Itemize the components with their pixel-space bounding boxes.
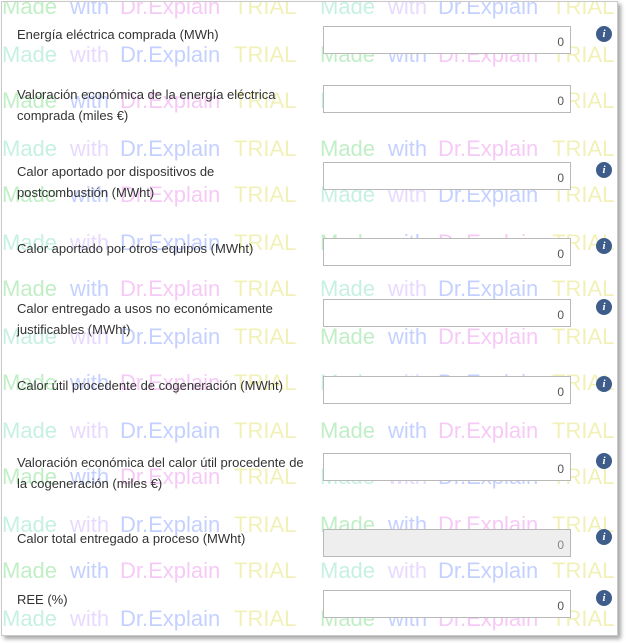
label-calor-usos-no-economicos: Calor entregado a usos no económicamente… bbox=[17, 301, 273, 337]
info-icon[interactable]: i bbox=[596, 299, 612, 315]
info-icon[interactable]: i bbox=[596, 162, 612, 178]
calor-otros-equipos-input[interactable]: 0 bbox=[323, 238, 571, 266]
watermark-text: with bbox=[388, 324, 428, 349]
watermark-text: TRIAL bbox=[552, 1, 615, 19]
watermark-text: TRIAL bbox=[234, 558, 297, 583]
info-icon[interactable]: i bbox=[596, 26, 612, 42]
watermark-line: Made with Dr.Explain TRIAL Made with Dr.Explai… bbox=[2, 558, 617, 588]
watermark-text: Made bbox=[320, 418, 376, 443]
calor-total-proceso-readonly-field: 0 bbox=[323, 529, 571, 557]
watermark-text: TRIAL bbox=[234, 136, 297, 161]
info-icon[interactable]: i bbox=[596, 529, 612, 545]
calor-usos-no-economicos-input[interactable]: 0 bbox=[323, 299, 571, 327]
info-icon[interactable]: i bbox=[596, 590, 612, 606]
watermark-text: TRIAL bbox=[234, 42, 297, 67]
watermark-text: Dr.Explain bbox=[120, 1, 221, 19]
watermark-line: Made with Dr.Explain TRIAL Made with Dr.Explai… bbox=[2, 418, 617, 448]
info-icon[interactable]: i bbox=[596, 376, 612, 392]
watermark-text: Made bbox=[320, 558, 376, 583]
valoracion-calor-util-input[interactable]: 0 bbox=[323, 453, 571, 481]
watermark-line: Made with Dr.Explain TRIAL Made with Dr.Explai… bbox=[2, 1, 617, 24]
form-panel: Made with Dr.Explain TRIAL Made with Dr.Explai… bbox=[1, 1, 618, 636]
label-calor-postcombustion: Calor aportado por dispositivos de postc… bbox=[17, 164, 215, 200]
watermark-text: Dr.Explain bbox=[438, 558, 539, 583]
watermark-text: Made bbox=[2, 1, 58, 19]
watermark-text: with bbox=[388, 136, 428, 161]
watermark-text: with bbox=[70, 558, 110, 583]
label-calor-util-cogeneracion: Calor útil procedente de cogeneración (M… bbox=[17, 378, 283, 393]
watermark-text: Dr.Explain bbox=[120, 418, 221, 443]
watermark-text: TRIAL bbox=[234, 418, 297, 443]
watermark-text: TRIAL bbox=[234, 1, 297, 19]
watermark-text: with bbox=[70, 1, 110, 19]
watermark-text: Dr.Explain bbox=[438, 418, 539, 443]
label-ree: REE (%) bbox=[17, 592, 68, 607]
energia-electrica-comprada-input[interactable]: 0 bbox=[323, 26, 571, 54]
watermark-text: Made bbox=[320, 324, 376, 349]
watermark-text: TRIAL bbox=[552, 418, 615, 443]
watermark-text: Dr.Explain bbox=[438, 324, 539, 349]
watermark-text: with bbox=[70, 418, 110, 443]
label-valoracion-calor-util: Valoración económica del calor útil proc… bbox=[17, 455, 304, 491]
watermark-text: Made bbox=[2, 558, 58, 583]
watermark-text: with bbox=[388, 418, 428, 443]
info-icon[interactable]: i bbox=[596, 453, 612, 469]
watermark-text: Dr.Explain bbox=[120, 42, 221, 67]
label-calor-otros-equipos: Calor aportado por otros equipos (MWht) bbox=[17, 241, 254, 256]
watermark-text: TRIAL bbox=[552, 136, 615, 161]
label-valoracion-energia-electrica: Valoración económica de la energía eléct… bbox=[17, 87, 276, 123]
watermark-text: TRIAL bbox=[552, 558, 615, 583]
watermark-text: with bbox=[70, 136, 110, 161]
watermark-text: Dr.Explain bbox=[120, 136, 221, 161]
watermark-text: Dr.Explain bbox=[438, 1, 539, 19]
calor-postcombustion-input[interactable]: 0 bbox=[323, 162, 571, 190]
watermark-text: Dr.Explain bbox=[438, 136, 539, 161]
watermark-text: Made bbox=[2, 418, 58, 443]
watermark-text: with bbox=[388, 558, 428, 583]
info-icon[interactable]: i bbox=[596, 238, 612, 254]
watermark-text: Made bbox=[320, 136, 376, 161]
watermark-text: with bbox=[70, 42, 110, 67]
label-calor-total-proceso: Calor total entregado a proceso (MWht) bbox=[17, 531, 246, 546]
watermark-text: Dr.Explain bbox=[120, 558, 221, 583]
watermark-text: Made bbox=[320, 1, 376, 19]
calor-util-cogeneracion-input[interactable]: 0 bbox=[323, 376, 571, 404]
watermark-text: with bbox=[388, 1, 428, 19]
watermark-text: Made bbox=[2, 42, 58, 67]
watermark-text: Made bbox=[2, 136, 58, 161]
valoracion-energia-electrica-input[interactable]: 0 bbox=[323, 85, 571, 113]
ree-input[interactable]: 0 bbox=[323, 590, 571, 618]
watermark-text: TRIAL bbox=[552, 324, 615, 349]
label-energia-electrica-comprada: Energía eléctrica comprada (MWh) bbox=[17, 27, 219, 42]
